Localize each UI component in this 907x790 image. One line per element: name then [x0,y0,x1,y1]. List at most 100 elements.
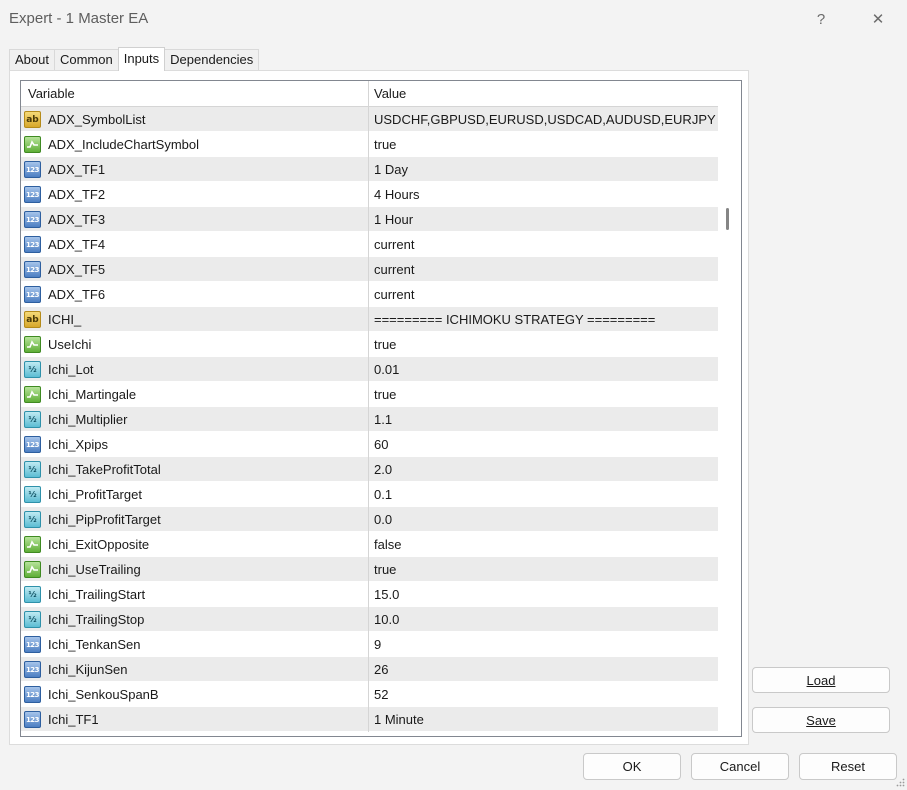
value-cell[interactable]: USDCHF,GBPUSD,EURUSD,USDCAD,AUDUSD,EURJP… [369,107,718,132]
variable-name: Ichi_UseTrailing [48,562,141,577]
reset-button[interactable]: Reset [799,753,897,780]
variable-name: Ichi_TrailingStop [48,612,145,627]
value-cell[interactable]: 9 [369,632,718,657]
scrollbar-thumb[interactable] [726,208,729,230]
variable-cell: 123 ADX_TF4 [21,232,369,257]
variable-cell: Ichi_Martingale [21,382,369,407]
variable-name: Ichi_Xpips [48,437,108,452]
variable-name: Ichi_ExitOpposite [48,537,150,552]
value-cell[interactable]: 2.0 [369,457,718,482]
table-row[interactable]: ½ Ichi_TrailingStop 10.0 [21,607,718,632]
help-button[interactable]: ? [806,6,836,32]
variable-cell: 123 ADX_TF1 [21,157,369,182]
table-row[interactable]: 123 ADX_TF1 1 Day [21,157,718,182]
value-cell[interactable]: 26 [369,657,718,682]
value-cell[interactable]: 0.1 [369,482,718,507]
table-row[interactable]: 123 Ichi_KijunSen 26 [21,657,718,682]
variable-cell: ½ Ichi_TrailingStart [21,582,369,607]
string-icon: ab [24,111,41,128]
double-icon: ½ [24,611,41,628]
table-row[interactable]: 123 ADX_TF6 current [21,282,718,307]
variable-cell: ½ Ichi_Multiplier [21,407,369,432]
tab-common[interactable]: Common [53,49,119,71]
table-row[interactable]: ½ Ichi_TakeProfitTotal 2.0 [21,457,718,482]
value-cell[interactable]: 1 Hour [369,207,718,232]
value-column-header[interactable]: Value [369,81,718,106]
table-row[interactable]: 123 Ichi_Xpips 60 [21,432,718,457]
value-cell[interactable]: current [369,282,718,307]
variable-cell: ½ Ichi_TakeProfitTotal [21,457,369,482]
load-button[interactable]: Load [752,667,890,693]
tab-inputs[interactable]: Inputs [117,47,166,71]
value-cell[interactable]: 15.0 [369,582,718,607]
integer-icon: 123 [24,211,41,228]
value-cell[interactable]: 0.01 [369,357,718,382]
table-row[interactable]: 123 ADX_TF3 1 Hour [21,207,718,232]
variable-name: ADX_TF2 [48,187,106,202]
table-row[interactable]: ½ Ichi_PipProfitTarget 0.0 [21,507,718,532]
tab-dependencies[interactable]: Dependencies [164,49,260,71]
variable-name: UseIchi [48,337,92,352]
table-row[interactable]: Ichi_ExitOpposite false [21,532,718,557]
string-icon: ab [24,311,41,328]
variable-cell: Ichi_UseTrailing [21,557,369,582]
table-row[interactable]: 123 ADX_TF4 current [21,232,718,257]
variable-name: ADX_TF5 [48,262,106,277]
table-row[interactable]: ½ Ichi_Multiplier 1.1 [21,407,718,432]
table-row[interactable]: ab ICHI_ ========= ICHIMOKU STRATEGY =====… [21,307,718,332]
value-cell[interactable]: 0.0 [369,507,718,532]
value-cell[interactable]: ========= ICHIMOKU STRATEGY ========= [369,307,718,332]
value-cell[interactable]: true [369,382,718,407]
table-row[interactable]: ½ Ichi_ProfitTarget 0.1 [21,482,718,507]
table-row[interactable]: ½ Ichi_TrailingStart 15.0 [21,582,718,607]
table-row[interactable]: Ichi_UseTrailing true [21,557,718,582]
bool-icon [24,386,41,403]
variable-name: Ichi_KijunSen [48,662,128,677]
table-row[interactable]: ½ Ichi_Lot 0.01 [21,357,718,382]
table-row[interactable]: 123 ADX_TF5 current [21,257,718,282]
integer-icon: 123 [24,436,41,453]
value-cell[interactable]: current [369,232,718,257]
variable-cell: ADX_IncludeChartSymbol [21,132,369,157]
variable-cell: 123 ADX_TF2 [21,182,369,207]
table-row[interactable]: 123 Ichi_TF1 1 Minute [21,707,718,732]
integer-icon: 123 [24,236,41,253]
tab-about[interactable]: About [9,49,55,71]
variable-cell: 123 ADX_TF5 [21,257,369,282]
value-cell[interactable]: 4 Hours [369,182,718,207]
value-cell[interactable]: 1 Minute [369,707,718,732]
value-cell[interactable]: true [369,132,718,157]
integer-icon: 123 [24,186,41,203]
table-row[interactable]: ADX_IncludeChartSymbol true [21,132,718,157]
double-icon: ½ [24,411,41,428]
value-cell[interactable]: current [369,257,718,282]
table-row[interactable]: Ichi_Martingale true [21,382,718,407]
table-row[interactable]: 123 Ichi_SenkouSpanB 52 [21,682,718,707]
table-row[interactable]: ab ADX_SymbolList USDCHF,GBPUSD,EURUSD,USD… [21,107,718,132]
value-cell[interactable]: false [369,532,718,557]
value-cell[interactable]: 52 [369,682,718,707]
variable-column-header[interactable]: Variable [21,81,369,106]
table-row[interactable]: 123 Ichi_TenkanSen 9 [21,632,718,657]
grid-header: Variable Value [21,81,718,107]
variable-name: Ichi_TenkanSen [48,637,141,652]
value-cell[interactable]: true [369,557,718,582]
ok-button[interactable]: OK [583,753,681,780]
table-row[interactable]: 123 ADX_TF2 4 Hours [21,182,718,207]
close-button[interactable]: ✕ [863,6,893,32]
variable-cell: ½ Ichi_PipProfitTarget [21,507,369,532]
variable-cell: 123 Ichi_KijunSen [21,657,369,682]
variable-cell: 123 Ichi_Xpips [21,432,369,457]
value-cell[interactable]: 1 Day [369,157,718,182]
variable-cell: ab ICHI_ [21,307,369,332]
value-cell[interactable]: 10.0 [369,607,718,632]
table-row[interactable]: UseIchi true [21,332,718,357]
cancel-button[interactable]: Cancel [691,753,789,780]
double-icon: ½ [24,361,41,378]
value-cell[interactable]: 60 [369,432,718,457]
resize-grip-icon[interactable] [896,778,905,787]
save-button[interactable]: Save [752,707,890,733]
value-cell[interactable]: 1.1 [369,407,718,432]
variable-cell: 123 Ichi_SenkouSpanB [21,682,369,707]
value-cell[interactable]: true [369,332,718,357]
